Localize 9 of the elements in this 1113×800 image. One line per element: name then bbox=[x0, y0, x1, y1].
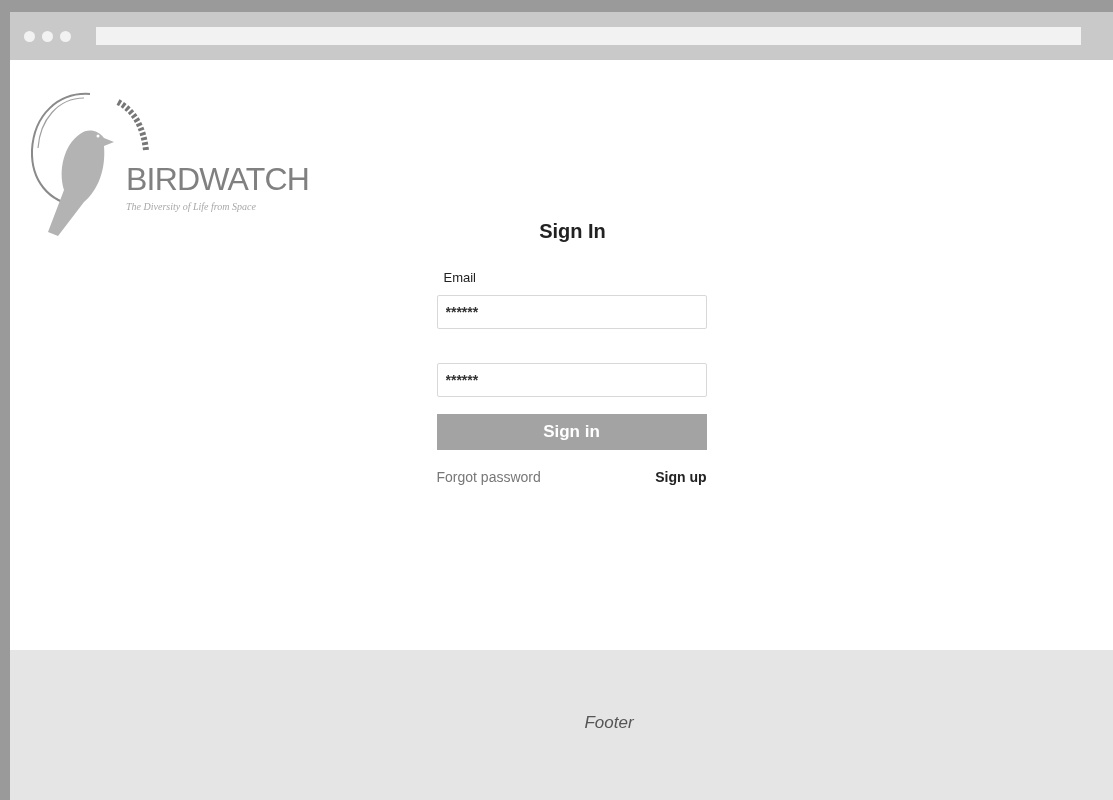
footer-text: Footer bbox=[584, 712, 634, 735]
link[interactable]: Sign up bbox=[655, 466, 707, 488]
email-label: Email bbox=[443, 269, 477, 287]
brand-tagline: The Diversity of Life from Space bbox=[126, 200, 257, 214]
brand-name: BIRDWATCH bbox=[126, 163, 309, 195]
input-field[interactable]: ****** bbox=[436, 362, 707, 397]
link[interactable]: Forgot password bbox=[436, 466, 541, 488]
form-title: Sign In bbox=[539, 219, 606, 244]
input-field[interactable]: ****** bbox=[436, 294, 707, 329]
